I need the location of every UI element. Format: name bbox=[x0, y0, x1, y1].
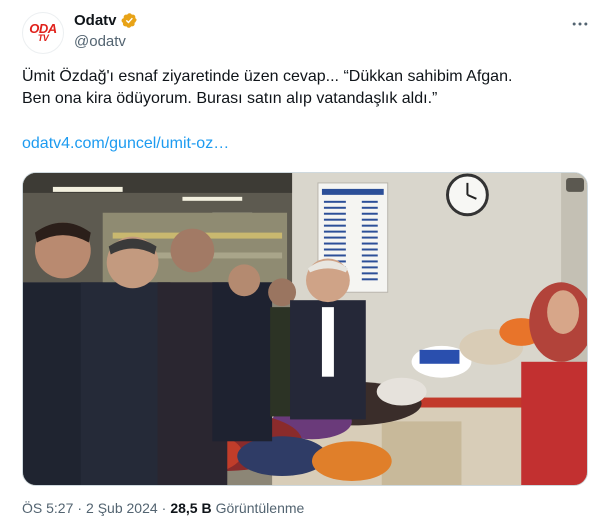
views-label: Görüntülenme bbox=[215, 500, 305, 516]
name-row: Odatv bbox=[74, 12, 138, 29]
video-frame bbox=[23, 173, 587, 485]
separator: · bbox=[77, 500, 83, 516]
tweet-meta: ÖS 5:27 · 2 Şub 2024 · 28,5 B Görüntülen… bbox=[22, 500, 304, 516]
display-name[interactable]: Odatv bbox=[74, 12, 117, 29]
more-options-icon[interactable] bbox=[570, 14, 590, 34]
avatar[interactable]: ODA TV bbox=[22, 12, 64, 54]
verified-badge-icon bbox=[121, 13, 137, 28]
tweet-time[interactable]: ÖS 5:27 bbox=[22, 500, 73, 516]
tweet-link[interactable]: odatv4.com/guncel/umit-oz… bbox=[22, 135, 229, 153]
handle[interactable]: @odatv bbox=[74, 33, 126, 50]
tweet-media-video[interactable] bbox=[22, 172, 588, 486]
views-count: 28,5 B bbox=[170, 500, 212, 516]
tweet-card: ODA TV Odatv @odatv Ümit Özdağ'ı esnaf z… bbox=[0, 0, 612, 531]
tweet-text: Ümit Özdağ'ı esnaf ziyaretinde üzen ceva… bbox=[22, 68, 513, 107]
odatv-logo: ODA TV bbox=[29, 21, 57, 43]
separator: · bbox=[161, 500, 167, 516]
tweet-date[interactable]: 2 Şub 2024 bbox=[86, 500, 158, 516]
